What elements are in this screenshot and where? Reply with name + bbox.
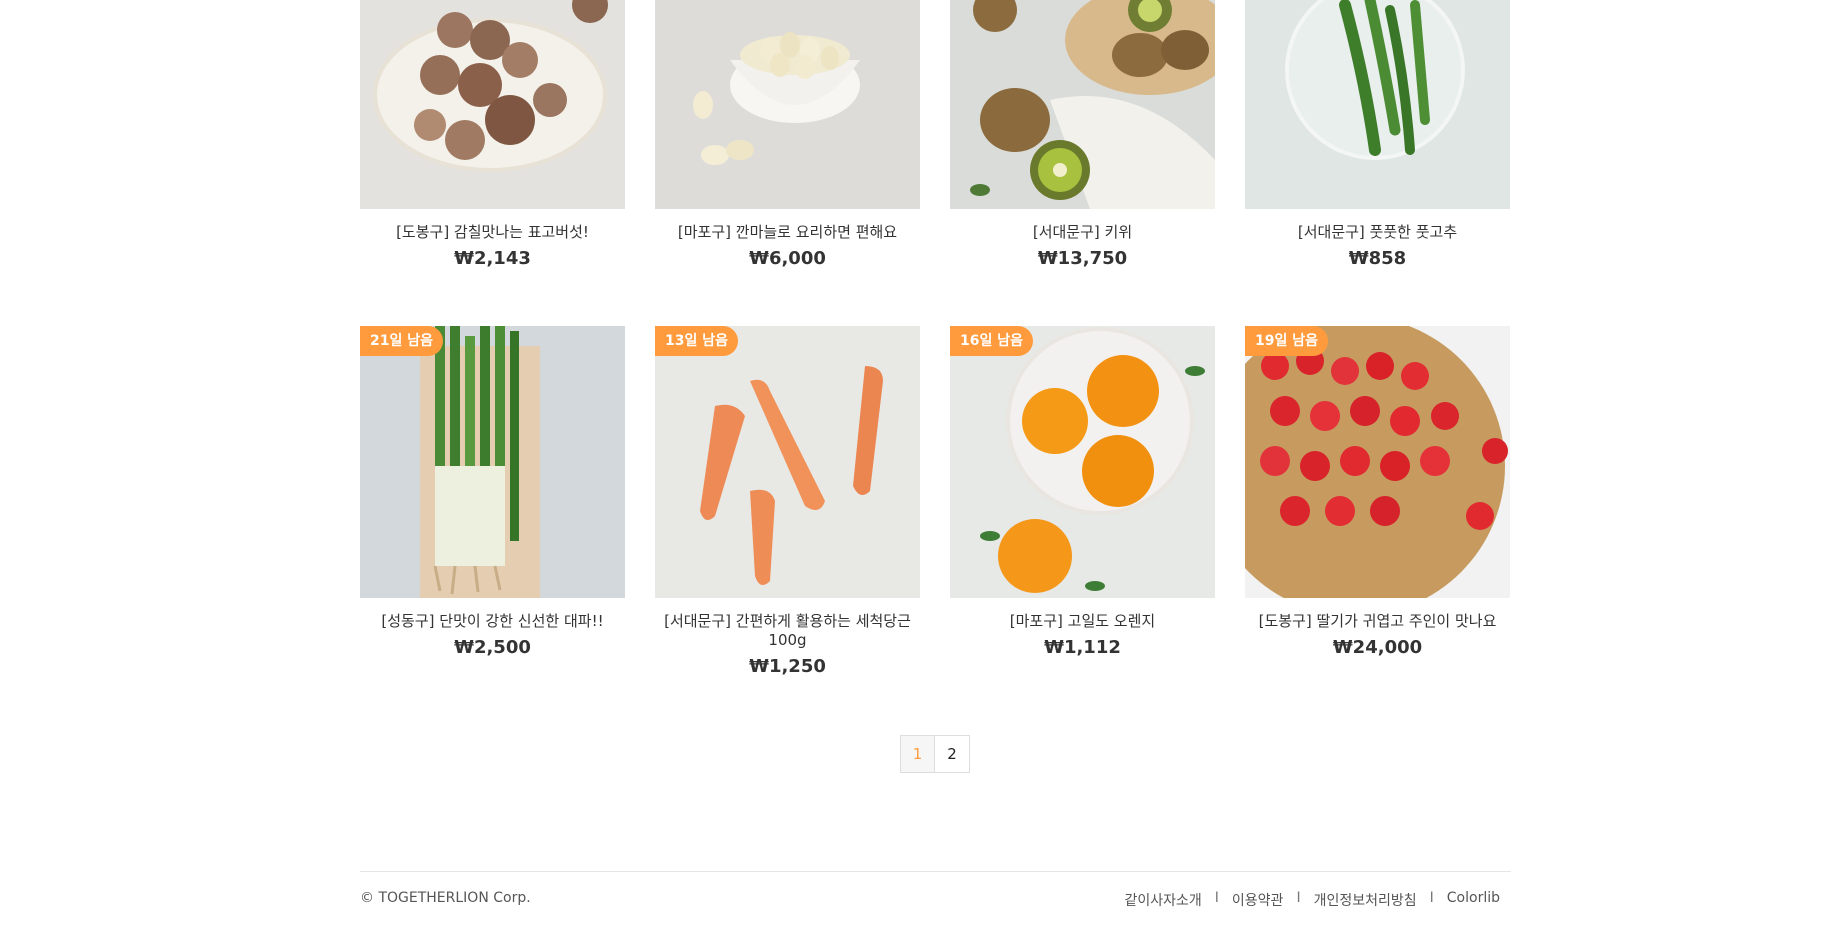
product-card[interactable]: [마포구] 깐마늘로 요리하면 편해요 ₩6,000 xyxy=(655,0,920,269)
footer-divider xyxy=(360,871,1511,872)
product-card[interactable]: [서대문구] 키위 ₩13,750 xyxy=(950,0,1215,269)
footer-separator: I xyxy=(1429,890,1434,906)
product-image-strawberries[interactable]: 19일 남음 xyxy=(1245,326,1510,598)
product-card[interactable]: [서대문구] 풋풋한 풋고추 ₩858 xyxy=(1245,0,1510,269)
product-image-kiwi[interactable] xyxy=(950,0,1215,209)
product-price: ₩2,500 xyxy=(454,637,531,658)
product-price: ₩2,143 xyxy=(454,248,531,269)
days-left-badge: 13일 남음 xyxy=(655,326,738,356)
product-image-green-chili[interactable] xyxy=(1245,0,1510,209)
product-name[interactable]: [도봉구] 딸기가 귀엽고 주인이 맛나요 xyxy=(1245,612,1510,631)
product-name[interactable]: [성동구] 단맛이 강한 신선한 대파!! xyxy=(360,612,625,631)
footer-links: 같이사자소개 I 이용약관 I 개인정보처리방침 I Colorlib xyxy=(1125,890,1501,910)
product-image-oranges[interactable]: 16일 남음 xyxy=(950,326,1215,598)
footer-link-terms[interactable]: 이용약관 xyxy=(1232,890,1284,910)
footer-separator: I xyxy=(1214,890,1219,906)
product-image-green-onion[interactable]: 21일 남음 xyxy=(360,326,625,598)
product-card[interactable]: [도봉구] 감칠맛나는 표고버섯! ₩2,143 xyxy=(360,0,625,269)
footer-link-colorlib[interactable]: Colorlib xyxy=(1447,890,1500,910)
days-left-badge: 16일 남음 xyxy=(950,326,1033,356)
product-name[interactable]: [서대문구] 풋풋한 풋고추 xyxy=(1245,223,1510,242)
days-left-badge: 19일 남음 xyxy=(1245,326,1328,356)
product-price: ₩13,750 xyxy=(1037,248,1128,269)
product-name[interactable]: [서대문구] 간편하게 활용하는 세척당근 100g xyxy=(655,612,920,650)
product-name[interactable]: [서대문구] 키위 xyxy=(950,223,1215,242)
product-price: ₩24,000 xyxy=(1332,637,1423,658)
days-left-badge: 21일 남음 xyxy=(360,326,443,356)
footer-link-about[interactable]: 같이사자소개 xyxy=(1125,890,1202,910)
product-name[interactable]: [마포구] 깐마늘로 요리하면 편해요 xyxy=(655,223,920,242)
product-price: ₩1,112 xyxy=(1044,637,1121,658)
pagination: 1 2 xyxy=(900,735,970,773)
product-row-top: [도봉구] 감칠맛나는 표고버섯! ₩2,143 [마포구] 깐마늘로 요리하면… xyxy=(360,0,1510,269)
product-name[interactable]: [도봉구] 감칠맛나는 표고버섯! xyxy=(360,223,625,242)
copyright: © TOGETHERLION Corp. xyxy=(360,890,531,906)
product-card[interactable]: 13일 남음 [서대문구] 간편하게 활용하는 세척당근 100g ₩1,250 xyxy=(655,326,920,677)
product-image-carrots[interactable]: 13일 남음 xyxy=(655,326,920,598)
product-price: ₩1,250 xyxy=(749,656,826,677)
product-name[interactable]: [마포구] 고일도 오렌지 xyxy=(950,612,1215,631)
product-card[interactable]: 19일 남음 [도봉구] 딸기가 귀엽고 주인이 맛나요 ₩24,000 xyxy=(1245,326,1510,677)
page-link-1[interactable]: 1 xyxy=(900,735,935,773)
product-image-shiitake[interactable] xyxy=(360,0,625,209)
product-price: ₩858 xyxy=(1348,248,1407,269)
product-image-garlic[interactable] xyxy=(655,0,920,209)
footer-link-privacy[interactable]: 개인정보처리방침 xyxy=(1314,890,1417,910)
product-price: ₩6,000 xyxy=(749,248,826,269)
product-row-bottom: 21일 남음 [성동구] 단맛이 강한 신선한 대파!! ₩2,500 13일 … xyxy=(360,326,1510,677)
page-link-2[interactable]: 2 xyxy=(935,735,970,773)
product-card[interactable]: 21일 남음 [성동구] 단맛이 강한 신선한 대파!! ₩2,500 xyxy=(360,326,625,677)
footer-separator: I xyxy=(1296,890,1301,906)
product-card[interactable]: 16일 남음 [마포구] 고일도 오렌지 ₩1,112 xyxy=(950,326,1215,677)
